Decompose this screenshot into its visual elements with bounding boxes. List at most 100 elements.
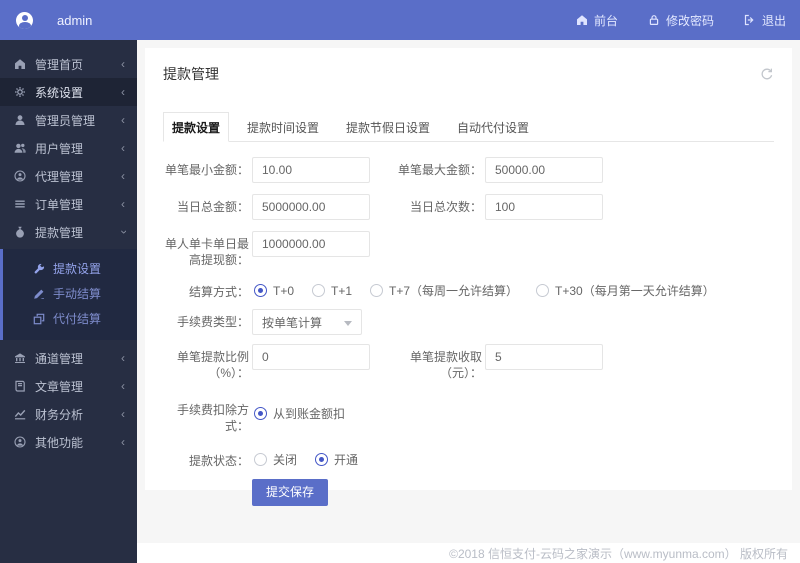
- copyright-text: ©2018 信恒支付-云码之家演示（www.myunma.com） 版权所有: [449, 546, 788, 561]
- chart-icon: [14, 408, 26, 420]
- min-amount-label: 单笔最小金额：: [164, 163, 249, 177]
- chevron-left-icon: ‹: [121, 85, 125, 99]
- sidebar-item-system-settings[interactable]: 系统设置 ‹: [0, 78, 137, 106]
- card-header: 提款管理: [145, 48, 792, 94]
- withdraw-settings-form: 单笔最小金额： 单笔最大金额： 当日总金额： 当日总次数：: [145, 142, 792, 506]
- admin-user-icon: [14, 114, 26, 126]
- chevron-left-icon: ‹: [121, 197, 125, 211]
- submenu-item-withdraw-settings[interactable]: 提款设置: [3, 256, 137, 281]
- form-row: 手续费类型： 按单笔计算: [161, 309, 792, 335]
- max-amount-input[interactable]: [485, 157, 603, 183]
- radio-deduct-from-arrival[interactable]: 从到账金额扣: [254, 405, 345, 422]
- nav-logout[interactable]: 退出: [744, 12, 786, 29]
- settle-mode-radios: T+0 T+1 T+7（每周一允许结算） T+30（每月第一天允许结算）: [254, 279, 733, 299]
- orders-icon: [14, 198, 26, 210]
- home-icon: [14, 58, 26, 70]
- sidebar-item-article-management[interactable]: 文章管理 ‹: [0, 372, 137, 400]
- max-amount-label: 单笔最大金额：: [397, 163, 482, 177]
- other-icon: [14, 436, 26, 448]
- chevron-left-icon: ‹: [121, 351, 125, 365]
- signature-icon: [33, 288, 45, 300]
- chevron-left-icon: ‹: [121, 435, 125, 449]
- sidebar-item-withdraw-management[interactable]: 提款管理 ‹: [0, 218, 137, 246]
- footer-bar: ©2018 信恒支付-云码之家演示（www.myunma.com） 版权所有: [137, 543, 800, 563]
- fee-percent-label: 单笔提款比例（%）：: [176, 350, 249, 380]
- tab-bar: 提款设置 提款时间设置 提款节假日设置 自动代付设置: [163, 111, 774, 142]
- fee-type-label: 手续费类型：: [176, 315, 249, 329]
- tab-withdraw-settings[interactable]: 提款设置: [163, 112, 230, 142]
- settle-mode-label: 结算方式：: [188, 285, 249, 299]
- sidebar-item-order-management[interactable]: 订单管理 ‹: [0, 190, 137, 218]
- lock-icon: [649, 15, 659, 25]
- withdraw-submenu: 提款设置 手动结算 代付结算: [0, 249, 137, 340]
- withdraw-status-radios: 关闭 开通: [254, 448, 376, 468]
- radio-icon: [254, 407, 267, 420]
- nav-front-site[interactable]: 前台: [576, 12, 618, 29]
- fee-percent-input[interactable]: [252, 344, 370, 370]
- user-block[interactable]: admin: [16, 11, 93, 29]
- page: admin 前台 修改密码 退出 管理首页 ‹ 系统设置 ‹ 管理员管理 ‹ 用…: [0, 0, 800, 563]
- tab-withdraw-time-settings[interactable]: 提款时间设置: [238, 112, 328, 142]
- daily-total-label: 当日总金额：: [176, 200, 249, 214]
- username: admin: [57, 12, 93, 28]
- chevron-left-icon: ‹: [121, 169, 125, 183]
- clone-icon: [33, 313, 45, 325]
- radio-t1[interactable]: T+1: [312, 284, 352, 298]
- form-row: 单人单卡单日最高提现额：: [161, 231, 792, 268]
- gear-icon: [14, 86, 26, 98]
- sidebar: 管理首页 ‹ 系统设置 ‹ 管理员管理 ‹ 用户管理 ‹ 代理管理 ‹ 订单管理 ‹ 提款管…: [0, 40, 137, 563]
- per-card-daily-max-input[interactable]: [252, 231, 370, 257]
- form-row: 当日总金额： 当日总次数：: [161, 194, 792, 220]
- fee-type-select[interactable]: 按单笔计算: [252, 309, 362, 335]
- daily-count-input[interactable]: [485, 194, 603, 220]
- form-row: 单笔最小金额： 单笔最大金额：: [161, 157, 792, 183]
- radio-t7[interactable]: T+7（每周一允许结算）: [370, 282, 518, 299]
- form-row: 单笔提款比例（%）： 单笔提款收取（元）：: [161, 344, 792, 381]
- daily-count-label: 当日总次数：: [409, 200, 482, 214]
- chevron-left-icon: ‹: [121, 57, 125, 71]
- sidebar-item-home[interactable]: 管理首页 ‹: [0, 50, 137, 78]
- agent-icon: [14, 170, 26, 182]
- tab-auto-agentpay-settings[interactable]: 自动代付设置: [448, 112, 538, 142]
- per-card-daily-max-label: 单人单卡单日最高提现额：: [164, 237, 249, 267]
- sidebar-item-admin-management[interactable]: 管理员管理 ‹: [0, 106, 137, 134]
- users-icon: [14, 142, 26, 154]
- page-title: 提款管理: [163, 66, 219, 82]
- chevron-left-icon: ‹: [121, 113, 125, 127]
- form-row: 手续费扣除方式： 从到账金额扣: [161, 394, 792, 434]
- radio-icon: [536, 284, 550, 297]
- radio-t0[interactable]: T+0: [254, 284, 294, 298]
- fee-deduct-label: 手续费扣除方式：: [176, 403, 249, 433]
- nav-change-password[interactable]: 修改密码: [648, 12, 714, 29]
- withdraw-management-card: 提款管理 提款设置 提款时间设置 提款节假日设置 自动代付设置 单笔最小金额： …: [145, 48, 792, 506]
- radio-status-closed[interactable]: 关闭: [254, 451, 297, 468]
- sidebar-item-agent-management[interactable]: 代理管理 ‹: [0, 162, 137, 190]
- min-amount-input[interactable]: [252, 157, 370, 183]
- radio-status-open[interactable]: 开通: [315, 451, 358, 468]
- radio-icon: [370, 284, 384, 297]
- withdraw-status-label: 提款状态：: [188, 454, 249, 468]
- form-row: 结算方式： T+0 T+1 T+7（每周一允许结算） T+30（每月第一天允许结…: [161, 279, 792, 300]
- form-row: 提款状态： 关闭 开通: [161, 448, 792, 469]
- refresh-icon[interactable]: [760, 67, 774, 81]
- radio-icon: [254, 453, 267, 466]
- chevron-left-icon: ‹: [121, 379, 125, 393]
- radio-icon: [254, 284, 267, 297]
- chevron-left-icon: ‹: [121, 141, 125, 155]
- submenu-item-manual-settlement[interactable]: 手动结算: [3, 281, 137, 306]
- radio-t30[interactable]: T+30（每月第一天允许结算）: [536, 282, 715, 299]
- article-icon: [14, 380, 26, 392]
- main-content: 提款管理 提款设置 提款时间设置 提款节假日设置 自动代付设置 单笔最小金额： …: [137, 40, 800, 563]
- sidebar-item-other-functions[interactable]: 其他功能 ‹: [0, 428, 137, 456]
- home-icon: [576, 15, 587, 25]
- fee-fixed-input[interactable]: [485, 344, 603, 370]
- tab-withdraw-holiday-settings[interactable]: 提款节假日设置: [337, 112, 439, 142]
- sidebar-item-channel-management[interactable]: 通道管理 ‹: [0, 344, 137, 372]
- sidebar-item-finance-analysis[interactable]: 财务分析 ‹: [0, 400, 137, 428]
- sidebar-item-user-management[interactable]: 用户管理 ‹: [0, 134, 137, 162]
- daily-total-input[interactable]: [252, 194, 370, 220]
- logout-icon: [744, 14, 754, 26]
- submenu-item-agentpay-settlement[interactable]: 代付结算: [3, 306, 137, 331]
- withdraw-icon: [14, 226, 26, 238]
